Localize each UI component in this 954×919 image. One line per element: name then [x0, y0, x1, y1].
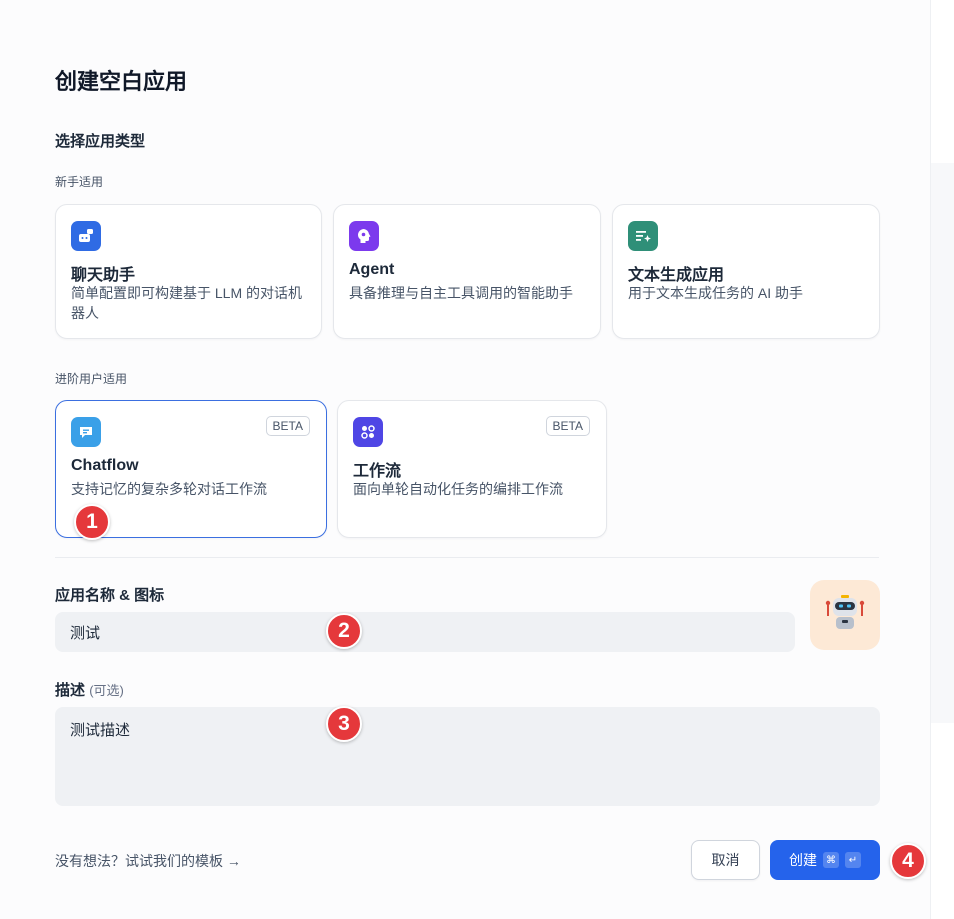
- background-panel-edge: [930, 0, 954, 919]
- beta-badge: BETA: [265, 416, 310, 436]
- create-button[interactable]: 创建 ⌘ ↵: [770, 840, 880, 880]
- agent-icon: [349, 221, 379, 251]
- card-description: 具备推理与自主工具调用的智能助手: [349, 285, 573, 301]
- app-type-card-agent[interactable]: Agent 具备推理与自主工具调用的智能助手: [333, 204, 601, 339]
- app-avatar-button[interactable]: [810, 580, 880, 650]
- app-type-card-workflow[interactable]: BETA 工作流 面向单轮自动化任务的编排工作流: [337, 400, 607, 538]
- description-label-text: 描述: [55, 682, 86, 699]
- cancel-button[interactable]: 取消: [691, 840, 760, 880]
- enter-key-icon: ↵: [845, 852, 861, 868]
- text-generator-icon: [628, 221, 658, 251]
- description-input[interactable]: 测试描述: [55, 707, 880, 806]
- description-label: 描述 (可选): [55, 679, 124, 700]
- step-marker: 4: [890, 843, 926, 879]
- app-type-section-title: 选择应用类型: [55, 133, 146, 150]
- workflow-icon: [353, 417, 383, 447]
- step-marker: 1: [74, 504, 110, 540]
- card-title: 工作流: [353, 463, 402, 480]
- create-button-label: 创建: [789, 852, 817, 868]
- beginner-group-label: 新手适用: [55, 175, 104, 189]
- card-title: 文本生成应用: [628, 267, 725, 284]
- app-name-input[interactable]: [55, 612, 795, 652]
- dialog-title: 创建空白应用: [55, 69, 188, 94]
- card-title: 聊天助手: [71, 267, 136, 284]
- card-title: Chatflow: [71, 457, 139, 474]
- chatflow-icon: [71, 417, 101, 447]
- card-title: Agent: [349, 261, 395, 278]
- step-marker: 3: [326, 706, 362, 742]
- step-marker: 2: [326, 613, 362, 649]
- try-template-link[interactable]: 没有想法？试试我们的模板 →: [55, 851, 241, 871]
- beta-badge: BETA: [545, 416, 590, 436]
- card-description: 简单配置即可构建基于 LLM 的对话机器人: [71, 285, 303, 321]
- app-type-card-chat-assistant[interactable]: 聊天助手 简单配置即可构建基于 LLM 的对话机器人: [55, 204, 322, 339]
- card-description: 支持记忆的复杂多轮对话工作流: [71, 481, 267, 497]
- command-key-icon: ⌘: [823, 852, 839, 868]
- chatbot-icon: [71, 221, 101, 251]
- card-description: 用于文本生成任务的 AI 助手: [628, 285, 804, 301]
- robot-icon: [822, 590, 868, 641]
- app-type-card-text-generator[interactable]: 文本生成应用 用于文本生成任务的 AI 助手: [612, 204, 880, 339]
- advanced-group-label: 进阶用户适用: [55, 372, 128, 386]
- section-divider: [55, 557, 879, 558]
- optional-hint: (可选): [89, 683, 124, 698]
- app-name-label: 应用名称 & 图标: [55, 587, 165, 604]
- card-description: 面向单轮自动化任务的编排工作流: [353, 481, 563, 497]
